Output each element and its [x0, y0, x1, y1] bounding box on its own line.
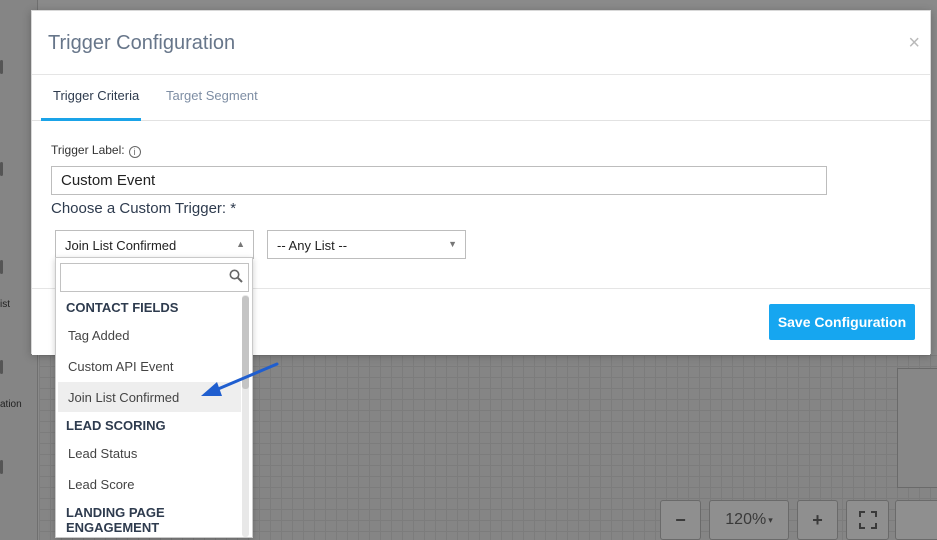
arrow-annotation-icon	[201, 362, 279, 396]
active-tab-indicator	[41, 118, 141, 121]
caret-down-icon: ▾	[768, 514, 773, 525]
toolbar-button[interactable]	[895, 500, 937, 540]
dropdown-group-header: LEAD SCORING	[66, 418, 166, 433]
caret-down-icon: ▼	[448, 239, 457, 249]
list-select-value: -- Any List --	[277, 238, 348, 253]
fullscreen-icon	[858, 511, 877, 529]
trigger-label-text: Trigger Label:	[51, 143, 125, 157]
sidebar-label: ation	[0, 399, 22, 410]
sidebar-label: ist	[0, 299, 10, 310]
close-icon[interactable]: ×	[908, 33, 920, 53]
list-select[interactable]: -- Any List -- ▼	[267, 230, 466, 259]
zoom-in-icon: +	[812, 509, 823, 530]
dropdown-scrollbar[interactable]	[242, 295, 249, 537]
tab-bar: Trigger Criteria Target Segment	[32, 75, 930, 121]
custom-trigger-select[interactable]: Join List Confirmed ▲	[55, 230, 254, 259]
tab-trigger-criteria[interactable]: Trigger Criteria	[53, 88, 139, 103]
sidebar-handle	[0, 460, 3, 474]
sidebar-handle	[0, 60, 3, 74]
minimap-panel	[897, 368, 937, 488]
tab-target-segment[interactable]: Target Segment	[166, 88, 258, 103]
zoom-level-select[interactable]: 120% ▾	[709, 500, 789, 540]
dropdown-search[interactable]	[60, 263, 249, 292]
trigger-label-label: Trigger Label: i	[51, 143, 141, 158]
info-icon[interactable]: i	[128, 146, 141, 158]
modal-title: Trigger Configuration	[48, 32, 236, 54]
dropdown-item-lead-score[interactable]: Lead Score	[58, 469, 241, 499]
fullscreen-button[interactable]	[846, 500, 889, 540]
sidebar-handle	[0, 360, 3, 374]
zoom-in-button[interactable]: +	[797, 500, 838, 540]
save-configuration-button[interactable]: Save Configuration	[769, 304, 915, 340]
custom-trigger-label: Choose a Custom Trigger: *	[51, 200, 237, 217]
zoom-out-icon: −	[675, 509, 686, 530]
search-icon	[229, 269, 243, 283]
dropdown-search-input[interactable]	[61, 264, 221, 290]
dropdown-group-header: LANDING PAGE ENGAGEMENT	[66, 505, 165, 535]
zoom-out-button[interactable]: −	[660, 500, 701, 540]
dropdown-item-tag-added[interactable]: Tag Added	[58, 320, 241, 350]
sidebar-handle	[0, 162, 3, 176]
sidebar-handle	[0, 260, 3, 274]
custom-trigger-value: Join List Confirmed	[65, 238, 177, 253]
modal-header: Trigger Configuration ×	[32, 11, 930, 75]
caret-up-icon: ▲	[236, 239, 245, 249]
trigger-label-input[interactable]	[51, 166, 827, 195]
zoom-level-value: 120%	[725, 511, 767, 528]
dropdown-group-header: CONTACT FIELDS	[66, 300, 179, 315]
dropdown-item-lead-status[interactable]: Lead Status	[58, 438, 241, 468]
